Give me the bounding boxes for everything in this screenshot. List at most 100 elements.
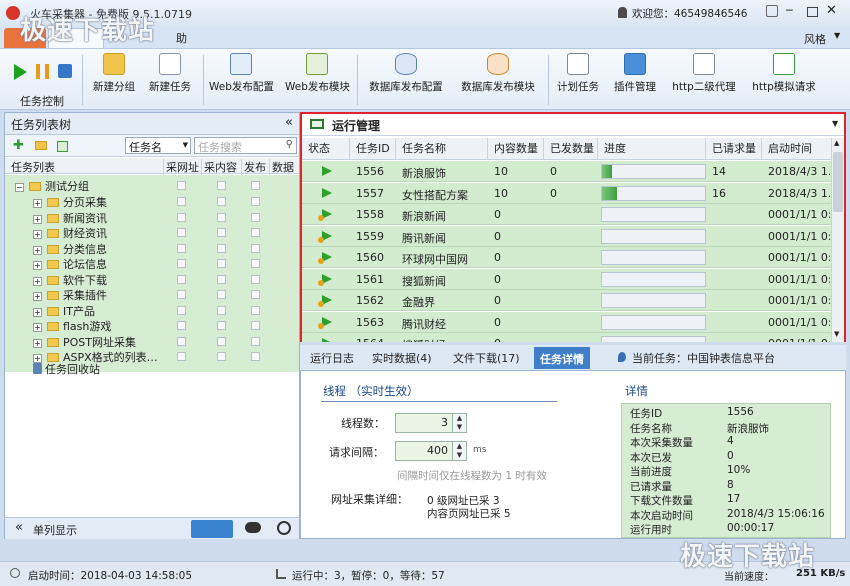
add-icon[interactable]: ✚ <box>13 138 24 153</box>
collect-content-checkbox[interactable] <box>217 336 226 346</box>
expand-icon[interactable]: + <box>33 227 44 240</box>
collect-content-checkbox[interactable] <box>217 352 226 361</box>
single-view-button[interactable]: 单列显示 <box>33 522 77 538</box>
collect-content-checkbox[interactable] <box>217 290 226 299</box>
col-content-count[interactable]: 内容数量 <box>488 138 544 160</box>
expand-icon[interactable]: + <box>33 289 44 302</box>
db-publish-module-button[interactable]: 数据库发布模块 <box>458 51 538 107</box>
collect-content-checkbox[interactable] <box>217 305 226 315</box>
chevron-down-icon[interactable]: ▼ <box>834 31 840 40</box>
collect-url-checkbox[interactable] <box>177 259 186 268</box>
tree-item[interactable]: + 新闻资讯 <box>5 210 300 225</box>
interval-field[interactable]: 400 ▲ ▼ <box>395 441 467 461</box>
col-requested[interactable]: 已请求量 <box>706 138 762 160</box>
tree-item[interactable]: + 财经资讯 <box>5 225 300 240</box>
col-data[interactable]: 数据 <box>269 159 294 175</box>
recycle-bin[interactable]: 任务回收站 <box>5 361 300 376</box>
expand-icon[interactable]: + <box>33 274 44 287</box>
publish-checkbox[interactable] <box>251 336 260 346</box>
tree-view-button[interactable] <box>191 520 233 538</box>
collect-content-checkbox[interactable] <box>217 228 226 237</box>
task-row[interactable]: 1557 女性搭配方案 10 0 16 2018/4/3 1... <box>302 182 831 204</box>
publish-checkbox[interactable] <box>251 321 260 330</box>
tree-item[interactable]: + 采集插件 <box>5 287 300 302</box>
web-publish-config-button[interactable]: Web发布配置 <box>209 51 274 107</box>
task-row[interactable]: 1559 腾讯新闻 0 0001/1/1 0:... <box>302 225 831 247</box>
task-row[interactable]: 1558 新浪新闻 0 0001/1/1 0:... <box>302 204 831 225</box>
task-row[interactable]: 1560 环球网中国网 0 0001/1/1 0:... <box>302 247 831 268</box>
collect-url-checkbox[interactable] <box>177 305 186 315</box>
skin-button[interactable] <box>766 5 778 17</box>
search-icon[interactable]: ⚲ <box>286 139 293 150</box>
http-simulate-button[interactable]: http模拟请求 <box>748 51 820 107</box>
maximize-button[interactable] <box>807 7 818 17</box>
collapse-panel-button[interactable]: « <box>285 115 293 130</box>
col-progress[interactable]: 进度 <box>598 138 706 160</box>
collect-url-checkbox[interactable] <box>177 228 186 237</box>
web-publish-module-button[interactable]: Web发布模块 <box>285 51 350 107</box>
tree-item[interactable]: + flash游戏 <box>5 318 300 333</box>
collect-url-checkbox[interactable] <box>177 274 186 284</box>
new-task-button[interactable]: 新建任务 <box>146 51 194 107</box>
stop-task-icon[interactable] <box>58 64 72 78</box>
publish-checkbox[interactable] <box>251 197 260 206</box>
tree-item[interactable]: + 软件下载 <box>5 272 300 287</box>
publish-checkbox[interactable] <box>251 352 260 361</box>
tab-realtime-data[interactable]: 实时数据(4) <box>372 350 432 366</box>
scroll-down-icon[interactable]: ▼ <box>834 330 839 338</box>
expand-icon[interactable]: + <box>33 258 44 271</box>
publish-checkbox[interactable] <box>251 181 260 190</box>
tree-item[interactable]: + 论坛信息 <box>5 256 300 271</box>
run-menu-icon[interactable]: ▼ <box>832 119 838 128</box>
collect-content-checkbox[interactable] <box>217 259 226 268</box>
close-button[interactable]: ✕ <box>826 3 837 18</box>
interval-stepper[interactable]: ▲ ▼ <box>452 442 466 460</box>
task-row[interactable]: 1556 新浪服饰 10 0 14 2018/4/3 1... <box>302 161 831 182</box>
col-status[interactable]: 状态 <box>302 138 350 160</box>
collect-content-checkbox[interactable] <box>217 181 226 190</box>
col-collect-url[interactable]: 采网址 <box>163 159 199 175</box>
start-task-icon[interactable] <box>14 64 27 80</box>
collect-url-checkbox[interactable] <box>177 197 186 206</box>
vertical-scrollbar[interactable]: ▲ ▼ <box>831 138 844 342</box>
collect-content-checkbox[interactable] <box>217 274 226 284</box>
col-task-list[interactable]: 任务列表 <box>11 159 55 175</box>
scroll-thumb[interactable] <box>833 152 843 212</box>
task-row[interactable]: 1564 搜狐财经 0 0001/1/1 0:... <box>302 333 831 342</box>
style-menu[interactable]: 风格 <box>804 31 826 47</box>
collect-content-checkbox[interactable] <box>217 321 226 330</box>
db-publish-config-button[interactable]: 数据库发布配置 <box>366 51 446 107</box>
menu-tab-help[interactable]: 助 <box>176 30 187 46</box>
publish-checkbox[interactable] <box>251 290 260 299</box>
col-task-name[interactable]: 任务名称 <box>396 138 488 160</box>
publish-checkbox[interactable] <box>251 274 260 284</box>
tree-root[interactable]: − 测试分组 <box>5 178 300 193</box>
collect-url-checkbox[interactable] <box>177 243 186 253</box>
task-search-input[interactable]: 任务搜索 ⚲ <box>194 137 297 154</box>
tree-item[interactable]: + 分页采集 <box>5 194 300 209</box>
expand-icon[interactable]: + <box>33 320 44 333</box>
collect-url-checkbox[interactable] <box>177 336 186 346</box>
col-publish[interactable]: 发布 <box>241 159 266 175</box>
expand-icon[interactable]: + <box>33 336 44 349</box>
collect-url-checkbox[interactable] <box>177 212 186 222</box>
tab-task-detail[interactable]: 任务详情 <box>534 347 590 369</box>
collect-url-checkbox[interactable] <box>177 352 186 361</box>
scheduled-task-button[interactable]: 计划任务 <box>555 51 601 107</box>
expand-icon[interactable]: + <box>33 196 44 209</box>
collect-content-checkbox[interactable] <box>217 197 226 206</box>
cloud-download-icon[interactable] <box>245 522 261 533</box>
clock-icon[interactable] <box>277 521 291 535</box>
double-left-icon[interactable]: « <box>15 520 23 535</box>
tree-item[interactable]: + POST网址采集 <box>5 334 300 349</box>
publish-checkbox[interactable] <box>251 259 260 268</box>
search-type-select[interactable]: 任务名 ▼ <box>125 137 191 154</box>
collapse-icon[interactable]: − <box>15 180 26 193</box>
publish-checkbox[interactable] <box>251 305 260 315</box>
publish-checkbox[interactable] <box>251 243 260 253</box>
collect-url-checkbox[interactable] <box>177 321 186 330</box>
expand-icon[interactable]: + <box>33 243 44 256</box>
folder-icon[interactable] <box>35 141 47 150</box>
collect-url-checkbox[interactable] <box>177 181 186 190</box>
task-row[interactable]: 1561 搜狐新闻 0 0001/1/1 0:... <box>302 268 831 290</box>
